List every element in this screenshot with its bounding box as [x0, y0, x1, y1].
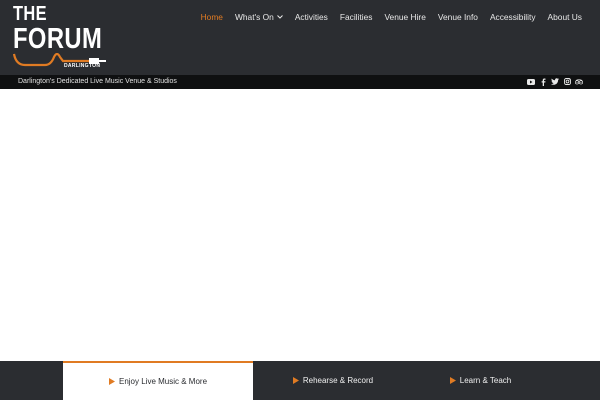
tagline-bar: Darlington's Dedicated Live Music Venue …	[0, 75, 600, 89]
nav-item-label: Accessibility	[489, 12, 536, 22]
tripadvisor-icon[interactable]	[575, 77, 583, 86]
social-links	[527, 77, 583, 86]
nav-item-label: What's On	[234, 12, 274, 22]
logo-town: DARLINGTON	[64, 63, 101, 69]
chevron-down-icon	[276, 15, 283, 19]
nav-item-venue-hire[interactable]: Venue Hire	[378, 11, 431, 23]
logo-line2: FORUM	[13, 23, 103, 55]
nav-item-home[interactable]: Home	[195, 11, 229, 23]
play-arrow-icon	[449, 377, 456, 384]
nav-item-facilities[interactable]: Facilities	[334, 11, 379, 23]
nav-item-label: Venue Hire	[384, 12, 426, 22]
nav-item-accessibility[interactable]: Accessibility	[484, 11, 542, 23]
play-arrow-icon	[292, 377, 299, 384]
instagram-icon[interactable]	[563, 77, 571, 86]
youtube-icon[interactable]	[527, 77, 535, 86]
section-tabs: Enjoy Live Music & More Rehearse & Recor…	[0, 361, 600, 400]
nav-item-label: Venue Info	[437, 12, 478, 22]
site-tagline: Darlington's Dedicated Live Music Venue …	[18, 78, 177, 85]
nav-item-venue-info[interactable]: Venue Info	[432, 11, 484, 23]
tab-rehearse-record[interactable]: Rehearse & Record	[253, 361, 413, 400]
site-header: THE FORUM DARLINGTON Home What's On Acti…	[0, 0, 600, 75]
tab-label: Enjoy Live Music & More	[118, 377, 208, 386]
nav-item-about-us[interactable]: About Us	[542, 11, 588, 23]
twitter-icon[interactable]	[551, 77, 559, 86]
nav-item-label: Activities	[294, 12, 328, 22]
main-nav: Home What's On Activities Facilities Ven…	[195, 11, 588, 23]
nav-item-label: Facilities	[339, 12, 373, 22]
nav-item-label: Home	[200, 12, 223, 22]
nav-item-label: About Us	[547, 12, 582, 22]
site-logo[interactable]: THE FORUM DARLINGTON	[13, 3, 113, 73]
tab-label: Learn & Teach	[459, 376, 512, 385]
tab-enjoy-live-music[interactable]: Enjoy Live Music & More	[63, 361, 253, 400]
play-arrow-icon	[108, 378, 115, 385]
tab-learn-teach[interactable]: Learn & Teach	[413, 361, 548, 400]
nav-item-activities[interactable]: Activities	[289, 11, 334, 23]
tab-label: Rehearse & Record	[302, 376, 374, 385]
nav-item-whats-on[interactable]: What's On	[229, 11, 289, 23]
facebook-icon[interactable]	[539, 77, 547, 86]
